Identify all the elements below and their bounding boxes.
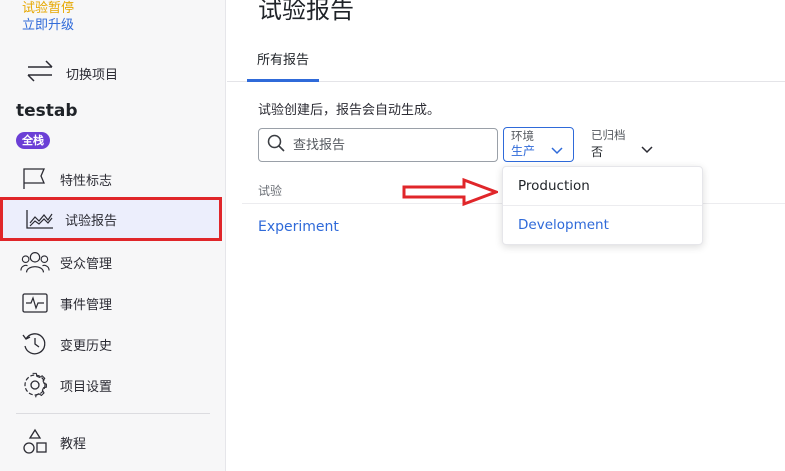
sidebar-item-history[interactable]: 变更历史 (20, 327, 220, 361)
activity-monitor-icon (20, 290, 50, 316)
sidebar-item-label: 项目设置 (60, 379, 113, 395)
environment-filter-value: 生产 (511, 144, 536, 158)
people-icon (20, 249, 50, 275)
app-root: 试验暂停 立即升级 切换项目 testab 全栈 特性标志 试验报告 受众管理 … (0, 0, 785, 471)
sidebar-item-label: 教程 (60, 436, 87, 452)
line-chart-icon (25, 206, 55, 232)
sidebar-item-events[interactable]: 事件管理 (20, 286, 220, 320)
environment-dropdown-menu: Production Development (502, 166, 703, 245)
column-header-experiment: 试验 (258, 184, 283, 198)
archived-filter[interactable]: 已归档 否 (583, 127, 663, 162)
sidebar-item-label: 试验报告 (65, 213, 118, 229)
environment-filter-caption: 环境 (511, 129, 534, 143)
experiment-link[interactable]: Experiment (258, 219, 339, 235)
sidebar-item-label: 变更历史 (60, 338, 113, 354)
dropdown-option-development[interactable]: Development (503, 206, 702, 245)
sidebar-item-label: 特性标志 (60, 173, 113, 189)
upgrade-now-link[interactable]: 立即升级 (22, 14, 74, 33)
tab-all-reports[interactable]: 所有报告 (247, 44, 320, 82)
shapes-icon (20, 428, 50, 455)
search-box[interactable] (258, 128, 498, 162)
environment-badge: 全栈 (16, 132, 50, 149)
flag-icon (20, 166, 50, 192)
sidebar-divider (16, 413, 210, 414)
sidebar-item-settings[interactable]: 项目设置 (20, 368, 220, 402)
search-icon (267, 134, 285, 156)
tabs-bar: 所有报告 (227, 44, 785, 82)
auto-generate-hint: 试验创建后，报告会自动生成。 (258, 103, 441, 118)
switch-project-label: 切换项目 (66, 67, 119, 83)
sidebar-item-tutorial[interactable]: 教程 (20, 425, 220, 459)
sidebar-item-audiences[interactable]: 受众管理 (20, 245, 220, 279)
sidebar-item-experiment-reports[interactable]: 试验报告 (0, 197, 222, 241)
chevron-down-icon (551, 140, 563, 159)
dropdown-option-production[interactable]: Production (503, 167, 702, 206)
gear-icon (20, 372, 50, 398)
project-name: testab (16, 101, 78, 121)
search-input[interactable] (293, 137, 483, 153)
chevron-down-icon (641, 139, 653, 158)
sidebar-item-label: 受众管理 (60, 256, 113, 272)
sidebar: 试验暂停 立即升级 切换项目 testab 全栈 特性标志 试验报告 受众管理 … (0, 0, 226, 471)
switch-arrows-icon (24, 58, 56, 88)
history-clock-icon (20, 331, 50, 357)
page-title: 试验报告 (258, 0, 354, 24)
switch-project-button[interactable]: 切换项目 (24, 58, 118, 88)
sidebar-item-label: 事件管理 (60, 297, 113, 313)
sidebar-item-feature-flags[interactable]: 特性标志 (20, 162, 220, 196)
annotation-arrow-icon (402, 177, 498, 207)
environment-filter[interactable]: 环境 生产 (503, 127, 574, 162)
